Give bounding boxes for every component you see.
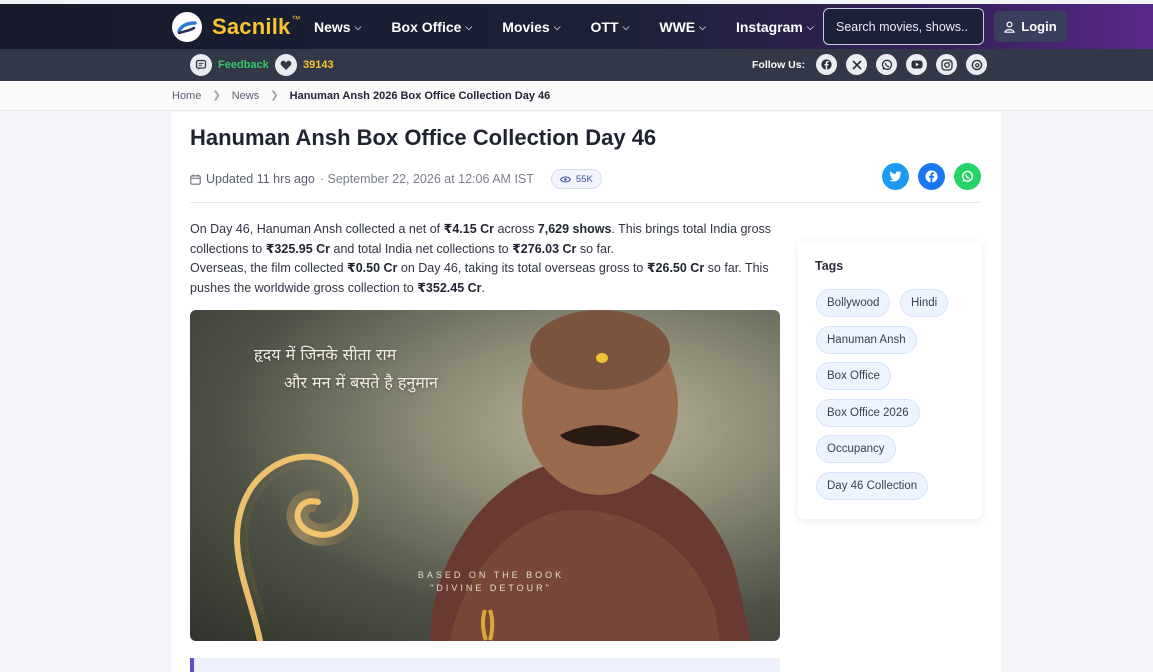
tag-hanuman-ansh[interactable]: Hanuman Ansh (816, 326, 917, 354)
facebook-icon[interactable] (816, 54, 838, 75)
tags-title: Tags (815, 259, 844, 273)
updated-text: Updated 11 hrs ago (206, 172, 315, 186)
youtube-icon[interactable] (906, 54, 928, 75)
views-count: 55K (575, 173, 593, 185)
tag-hindi[interactable]: Hindi (900, 289, 949, 317)
tag-box-office[interactable]: Box Office (816, 362, 891, 390)
login-button[interactable]: Login (994, 11, 1067, 42)
chevron-down-icon: ⌵ (699, 22, 706, 32)
article-body: On Day 46, Hanuman Ansh collected a net … (190, 220, 775, 298)
poster-book-line-2: "DIVINE DETOUR" (430, 583, 552, 593)
nav-wwe[interactable]: WWE ⌵ (659, 19, 706, 35)
user-icon (1004, 20, 1015, 33)
feedback-button[interactable]: Feedback (190, 54, 269, 76)
share-whatsapp-button[interactable] (954, 163, 981, 190)
movie-poster: हृदय में जिनके सीता राम और मन में बसते ह… (190, 310, 780, 641)
chevron-right-icon: ❯ (270, 90, 279, 101)
paragraph-overseas: Overseas, the film collected ₹0.50 Cr on… (190, 261, 769, 295)
divider (190, 202, 982, 203)
breadcrumb-home[interactable]: Home (172, 90, 201, 102)
page-title: Hanuman Ansh Box Office Collection Day 4… (190, 125, 657, 150)
tag-box-office-2026[interactable]: Box Office 2026 (816, 399, 920, 427)
breadcrumb-news[interactable]: News (232, 90, 260, 102)
tag-day-46-collection[interactable]: Day 46 Collection (816, 472, 929, 500)
published-date: · September 22, 2026 at 12:06 AM IST (319, 172, 534, 186)
breadcrumb-current: Hanuman Ansh 2026 Box Office Collection … (289, 89, 551, 102)
whatsapp-icon[interactable] (876, 54, 898, 75)
nav-instagram[interactable]: Instagram ⌵ (736, 19, 814, 35)
chevron-down-icon: ⌵ (622, 22, 630, 32)
instagram-icon[interactable] (936, 54, 958, 75)
brand-logo[interactable]: Sacnilk™ (172, 12, 300, 42)
nav-news[interactable]: News ⌵ (314, 19, 361, 35)
sacnilk-logo-icon (172, 12, 202, 42)
threads-icon[interactable] (966, 54, 988, 75)
share-twitter-button[interactable] (882, 163, 909, 190)
x-icon[interactable] (846, 54, 868, 75)
chevron-down-icon: ⌵ (465, 22, 473, 32)
twitter-icon (889, 171, 902, 182)
feedback-label: Feedback (218, 59, 269, 71)
tags-panel: Tags Bollywood Hindi Hanuman Ansh Box Of… (798, 241, 982, 519)
breadcrumb: Home ❯ News ❯ Hanuman Ansh 2026 Box Offi… (0, 81, 1153, 111)
calendar-icon (190, 174, 201, 185)
poster-book-line-1: BASED ON THE BOOK (417, 570, 565, 580)
paragraph-india: On Day 46, Hanuman Ansh collected a net … (190, 222, 772, 256)
eye-icon (559, 176, 571, 182)
nav-movies[interactable]: Movies ⌵ (502, 19, 560, 35)
whatsapp-icon (961, 170, 974, 182)
article-meta: Updated 11 hrs ago · September 22, 2026 … (190, 169, 602, 189)
chevron-down-icon: ⌵ (553, 22, 561, 32)
follow-us: Follow Us: (752, 54, 988, 75)
poster-book-credit: BASED ON THE BOOK "DIVINE DETOUR" (386, 569, 596, 595)
tag-occupancy[interactable]: Occupancy (816, 435, 896, 463)
like-count: 39143 (303, 59, 334, 71)
top-navbar: Sacnilk™ News ⌵ Box Office ⌵ Movies ⌵ OTT ⌵ … (0, 4, 1153, 49)
highlight-box (190, 658, 780, 672)
main-nav: News ⌵ Box Office ⌵ Movies ⌵ OTT ⌵ WWE ⌵ Inst… (314, 4, 814, 49)
chevron-down-icon: ⌵ (806, 22, 814, 32)
poster-line-1: हृदय में जिनके सीता राम (254, 345, 397, 364)
like-button[interactable]: 39143 (275, 54, 334, 76)
chevron-right-icon: ❯ (212, 90, 221, 101)
feedback-icon (190, 54, 212, 76)
facebook-icon (925, 170, 938, 183)
nav-ott[interactable]: OTT ⌵ (591, 19, 630, 35)
poster-line-2: और मन में बसते है हनुमान (284, 373, 438, 392)
brand-name: Sacnilk™ (212, 14, 301, 39)
views-badge: 55K (550, 169, 602, 189)
chevron-down-icon: ⌵ (354, 22, 362, 32)
tag-bollywood[interactable]: Bollywood (816, 289, 891, 317)
nav-box-office[interactable]: Box Office ⌵ (391, 19, 472, 35)
sub-bar: Feedback 39143 Follow Us: (0, 49, 1153, 81)
share-facebook-button[interactable] (918, 163, 945, 190)
heart-icon (275, 54, 297, 76)
login-label: Login (1021, 19, 1057, 34)
follow-label: Follow Us: (752, 58, 806, 71)
search-input[interactable]: Search movies, shows.. (823, 8, 984, 45)
